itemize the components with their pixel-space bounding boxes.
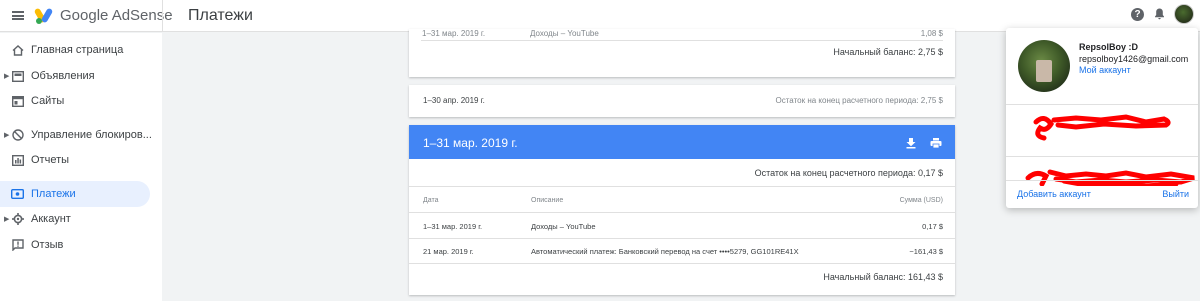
sidebar-item-ads[interactable]: ▶ Объявления [0, 63, 150, 89]
sidebar-item-home[interactable]: Главная страница [0, 37, 150, 63]
expand-arrow-icon[interactable]: ▶ [4, 72, 9, 80]
payments-icon [11, 188, 24, 201]
payment-period-card-march: 1–31 мар. 2019 г. Остаток на конец расче… [409, 125, 955, 295]
row-amount: 1,08 $ [920, 29, 943, 38]
row-date: 1–31 мар. 2019 г. [422, 29, 486, 38]
expand-arrow-icon[interactable]: ▶ [4, 215, 9, 223]
sidebar-item-label: Сайты [31, 95, 65, 107]
account-avatar-button[interactable] [1174, 4, 1194, 24]
redaction-scribble [1025, 169, 1195, 186]
row-description: Доходы – YouTube [531, 222, 596, 231]
expand-arrow-icon[interactable]: ▶ [4, 131, 9, 139]
column-header-amount: Сумма (USD) [899, 197, 943, 204]
sign-out-button[interactable]: Выйти [1162, 189, 1189, 199]
home-icon [11, 44, 24, 57]
row-date: 1–31 мар. 2019 г. [423, 222, 483, 231]
period-header[interactable]: 1–31 мар. 2019 г. [409, 125, 955, 159]
opening-balance: Начальный баланс: 2,75 $ [833, 47, 943, 57]
sidebar-item-label: Отчеты [31, 154, 70, 166]
sidebar-item-sites[interactable]: Сайты [0, 88, 150, 114]
sidebar-item-label: Аккаунт [31, 213, 71, 225]
sidebar-item-reports[interactable]: Отчеты [0, 147, 150, 173]
sidebar-item-label: Главная страница [31, 44, 124, 56]
help-icon[interactable]: ? [1131, 7, 1144, 21]
column-header-date: Дата [423, 197, 439, 204]
divider [409, 238, 955, 239]
sidebar-item-payments[interactable]: Платежи [0, 181, 150, 207]
product-name: Google AdSense [60, 7, 173, 24]
divider [1006, 104, 1198, 105]
table-row: 1–31 мар. 2019 г. Доходы – YouTube 1,08 … [421, 29, 943, 41]
sidebar-item-account[interactable]: ▶ Аккаунт [0, 206, 150, 232]
header-actions: ? [1131, 4, 1194, 24]
gear-icon [11, 213, 24, 226]
period-title: 1–30 апр. 2019 г. [423, 96, 485, 105]
feedback-icon [11, 239, 24, 252]
account-popup: RepsolBoy :D repsolboy1426@gmail.com Мой… [1006, 28, 1198, 208]
sidebar-item-label: Отзыв [31, 239, 64, 251]
row-date: 21 мар. 2019 г. [423, 247, 474, 256]
row-description: Доходы – YouTube [530, 29, 599, 38]
add-account-button[interactable]: Добавить аккаунт [1017, 189, 1091, 199]
sidebar-item-feedback[interactable]: Отзыв [0, 232, 150, 258]
header-divider [162, 0, 163, 32]
menu-icon[interactable] [0, 0, 36, 32]
sidebar-nav: Главная страница ▶ Объявления Сайты ▶ Уп… [0, 33, 162, 301]
opening-balance: Начальный баланс: 161,43 $ [823, 272, 943, 282]
sites-icon [11, 95, 24, 108]
sidebar-item-label: Объявления [31, 70, 95, 82]
sidebar-item-blocking[interactable]: ▶ Управление блокиров... [0, 122, 152, 148]
adsense-logo-icon [33, 7, 54, 24]
ads-icon [11, 70, 24, 83]
download-icon[interactable] [905, 136, 917, 149]
account-email: repsolboy1426@gmail.com [1079, 54, 1189, 64]
sidebar-item-label: Платежи [31, 188, 76, 200]
adsense-logo[interactable]: Google AdSense [33, 7, 173, 24]
payment-details-link[interactable]: Автоматический платеж: Банковский перево… [531, 247, 799, 256]
sidebar-item-label: Управление блокиров... [31, 129, 152, 141]
column-header-description: Описание [531, 197, 564, 204]
payment-period-card-previous: 1–31 мар. 2019 г. Доходы – YouTube 1,08 … [409, 29, 955, 77]
block-icon [11, 129, 24, 142]
payment-period-card-april[interactable]: 1–30 апр. 2019 г. Остаток на конец расче… [409, 85, 955, 117]
account-avatar[interactable] [1018, 40, 1070, 92]
reports-icon [11, 154, 24, 167]
period-end-balance: Остаток на конец расчетного периода: 2,7… [775, 96, 944, 105]
divider [409, 212, 955, 213]
row-amount: 0,17 $ [922, 222, 943, 231]
account-name: RepsolBoy :D [1079, 42, 1139, 52]
divider [1006, 180, 1198, 181]
page-title: Платежи [188, 7, 253, 24]
divider [409, 263, 955, 264]
row-amount: −161,43 $ [909, 247, 943, 256]
period-end-balance: Остаток на конец расчетного периода: 0,1… [754, 168, 943, 178]
period-title: 1–31 мар. 2019 г. [423, 136, 518, 150]
print-icon[interactable] [930, 136, 942, 149]
my-account-link[interactable]: Мой аккаунт [1079, 65, 1131, 75]
divider [409, 186, 955, 187]
notifications-icon[interactable] [1152, 7, 1166, 21]
